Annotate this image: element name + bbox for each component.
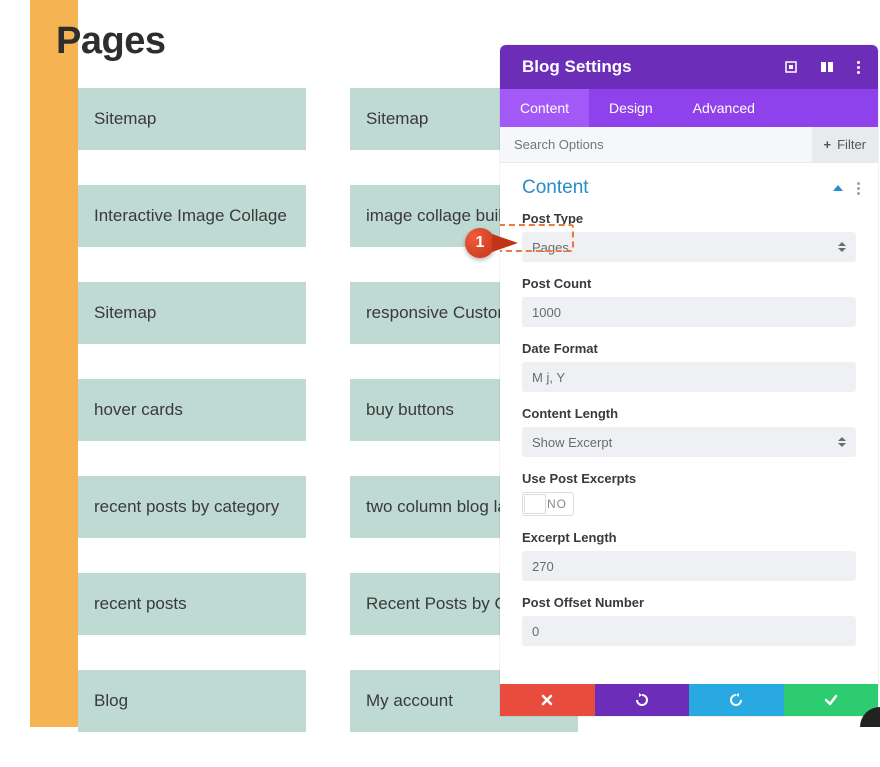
toggle-knob xyxy=(524,494,546,514)
section-header: Content xyxy=(500,163,878,205)
post-offset-value: 0 xyxy=(532,624,539,639)
callout-marker: 1 xyxy=(465,228,518,258)
section-title: Content xyxy=(522,177,589,199)
date-format-input[interactable]: M j, Y xyxy=(522,362,856,392)
fields-area: Post Type Pages Post Count 1000 Date For… xyxy=(500,205,878,670)
collapse-icon[interactable] xyxy=(833,185,843,191)
delete-button[interactable] xyxy=(500,684,595,716)
page-card[interactable]: Sitemap xyxy=(78,88,306,150)
field-label: Date Format xyxy=(522,341,856,356)
date-format-value: M j, Y xyxy=(532,370,565,385)
plus-icon: + xyxy=(824,137,832,152)
section-menu-icon[interactable] xyxy=(857,182,860,195)
undo-button[interactable] xyxy=(595,684,690,716)
expand-icon[interactable] xyxy=(784,60,798,74)
filter-label: Filter xyxy=(837,137,866,152)
field-date-format: Date Format M j, Y xyxy=(522,341,856,392)
search-row: + Filter xyxy=(500,127,878,163)
menu-dots-icon[interactable] xyxy=(856,61,860,74)
check-icon xyxy=(823,692,839,708)
filter-button[interactable]: + Filter xyxy=(812,127,878,162)
field-excerpt-length: Excerpt Length 270 xyxy=(522,530,856,581)
callout-number: 1 xyxy=(465,228,495,258)
select-caret-icon xyxy=(838,242,846,252)
page-title: Pages xyxy=(56,20,165,63)
page-card[interactable]: Sitemap xyxy=(78,282,306,344)
tab-advanced[interactable]: Advanced xyxy=(673,89,775,127)
tabs: Content Design Advanced xyxy=(500,89,878,127)
redo-button[interactable] xyxy=(689,684,784,716)
field-label: Excerpt Length xyxy=(522,530,856,545)
post-type-value: Pages xyxy=(532,240,569,255)
redo-icon xyxy=(728,692,744,708)
callout-arrow-icon xyxy=(492,234,518,252)
select-caret-icon xyxy=(838,437,846,447)
settings-panel: Blog Settings Content Design Advanced + … xyxy=(500,45,878,716)
excerpt-length-value: 270 xyxy=(532,559,554,574)
panel-title: Blog Settings xyxy=(522,57,632,77)
close-icon xyxy=(540,693,554,707)
post-count-value: 1000 xyxy=(532,305,561,320)
page-card[interactable]: hover cards xyxy=(78,379,306,441)
page-card[interactable]: recent posts by category xyxy=(78,476,306,538)
page-card[interactable]: Blog xyxy=(78,670,306,732)
field-content-length: Content Length Show Excerpt xyxy=(522,406,856,457)
undo-icon xyxy=(634,692,650,708)
field-label: Content Length xyxy=(522,406,856,421)
field-label: Use Post Excerpts xyxy=(522,471,856,486)
post-count-input[interactable]: 1000 xyxy=(522,297,856,327)
search-input[interactable] xyxy=(500,137,812,152)
columns-icon[interactable] xyxy=(820,60,834,74)
panel-footer xyxy=(500,684,878,716)
field-post-count: Post Count 1000 xyxy=(522,276,856,327)
field-post-offset: Post Offset Number 0 xyxy=(522,595,856,646)
page-card[interactable]: Interactive Image Collage xyxy=(78,185,306,247)
content-length-value: Show Excerpt xyxy=(532,435,612,450)
sidebar-stripe xyxy=(30,0,78,727)
toggle-state: NO xyxy=(547,497,567,511)
content-length-select[interactable]: Show Excerpt xyxy=(522,427,856,457)
confirm-button[interactable] xyxy=(784,684,879,716)
excerpt-length-input[interactable]: 270 xyxy=(522,551,856,581)
field-label: Post Offset Number xyxy=(522,595,856,610)
tab-design[interactable]: Design xyxy=(589,89,673,127)
use-excerpts-toggle[interactable]: NO xyxy=(522,492,574,516)
post-type-select[interactable]: Pages xyxy=(522,232,856,262)
post-offset-input[interactable]: 0 xyxy=(522,616,856,646)
tab-content[interactable]: Content xyxy=(500,89,589,127)
field-label: Post Count xyxy=(522,276,856,291)
field-label: Post Type xyxy=(522,211,856,226)
field-post-type: Post Type Pages xyxy=(522,211,856,262)
panel-header: Blog Settings xyxy=(500,45,878,89)
page-card[interactable]: recent posts xyxy=(78,573,306,635)
field-use-post-excerpts: Use Post Excerpts NO xyxy=(522,471,856,516)
